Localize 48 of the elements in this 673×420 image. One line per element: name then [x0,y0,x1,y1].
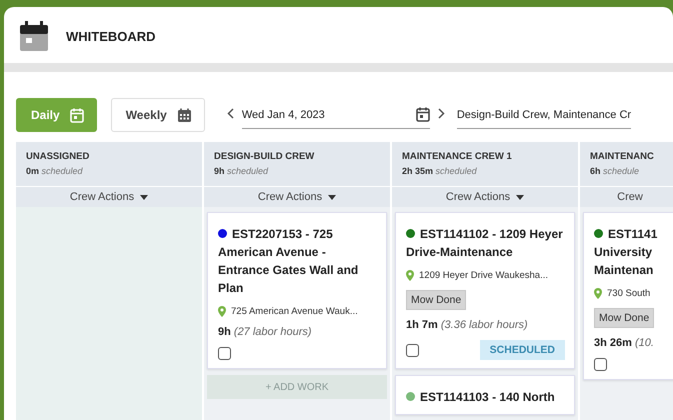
work-tag: Mow Done [406,290,466,310]
crew-name: DESIGN-BUILD CREW [214,151,316,162]
work-title: EST1141102 - 1209 Heyer Drive-Maintenance [406,226,564,261]
work-card[interactable]: EST1141 University Maintenan 730 South Mow Done 3h 26m (10. [583,212,673,380]
work-card[interactable]: EST2207153 - 725 American Avenue - Entrance Gates Wall and Plan 725 American Avenue Wauk... 9h (27 labor hours) [207,212,387,369]
crew-actions-button[interactable]: Crew Actions [392,186,578,207]
duration: 9h (27 labor hours) [218,326,313,338]
duration: 1h 7m (3.36 labor hours) [406,319,529,331]
location-pin-icon [406,270,414,281]
caret-icon [140,194,148,200]
crew-name: MAINTENANCE CREW 1 [402,151,513,162]
scheduled-time: 2h 35m scheduled [402,166,478,176]
work-card[interactable]: EST1141103 - 140 North [395,375,575,415]
address: 730 South [594,288,667,299]
chevron-left-icon [226,108,234,119]
crew-actions-button[interactable]: Crew Actions [204,186,390,207]
page-title: WHITEBOARD [66,28,156,44]
chevron-right-icon [438,108,445,119]
scheduled-time: 6h schedule [590,166,640,176]
location-pin-icon [594,288,602,299]
view-tab[interactable]: Weekly [110,98,205,132]
crew-filter-field[interactable]: Design-Build Crew, Maintenance Cr [456,102,632,128]
address: 1209 Heyer Drive Waukesha... [406,270,565,281]
work-tag: Mow Done [594,308,654,328]
crew-name: UNASSIGNED [26,151,90,162]
date-field[interactable]: Wed Jan 4, 2023 [242,102,430,128]
work-title: EST1141 University Maintenan [594,226,658,279]
crew-actions-button[interactable]: Crew Actions [16,186,202,207]
work-card[interactable]: EST1141102 - 1209 Heyer Drive-Maintenance 1209 Heyer Drive Waukesha... Mow Done 1h 7m (3.36 labor hours) SCHEDULED [395,212,575,369]
scheduled-time: 9h scheduled [214,166,270,176]
work-title: EST2207153 - 725 American Avenue - Entrance Gates Wall and Plan [218,226,360,297]
status-badge: SCHEDULED [480,340,565,360]
calendar-icon [70,108,84,122]
checkbox[interactable] [406,344,419,356]
checkbox[interactable] [594,358,607,371]
location-pin-icon [218,306,226,317]
address: 725 American Avenue Wauk... [218,306,377,317]
crew-name: MAINTENANC [590,151,655,162]
calendar-icon [416,107,430,122]
crew-actions-button[interactable]: Crew [580,186,673,207]
calendar-grid-icon [176,108,192,122]
scheduled-time: 0m scheduled [26,166,84,176]
caret-icon [328,194,336,200]
duration: 3h 26m (10. [594,337,655,349]
caret-icon [516,194,524,200]
work-title: EST1141103 - 140 North [406,388,565,406]
checkbox[interactable] [218,347,231,360]
calendar-icon [20,21,48,51]
